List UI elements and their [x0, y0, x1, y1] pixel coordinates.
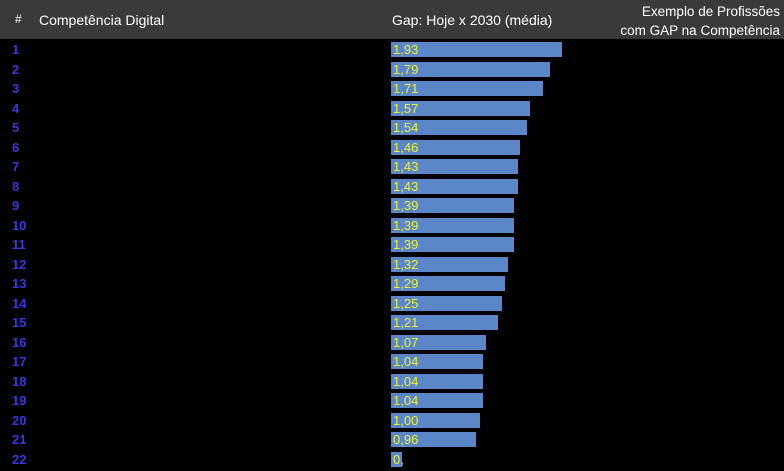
row-number: 22 [12, 451, 27, 467]
table-row: 6 1,46 [0, 138, 784, 158]
row-number: 18 [12, 373, 27, 389]
row-number: 16 [12, 334, 27, 350]
gap-value-label: 1,39 [393, 198, 419, 213]
column-header-exemplo: Exemplo de Profissões com GAP na Competê… [620, 2, 780, 40]
table-row: 4 1,57 [0, 99, 784, 119]
table-row: 22 0, [0, 450, 784, 470]
table-row: 12 1,32 [0, 255, 784, 275]
row-number: 1 [12, 42, 20, 57]
column-header-competencia: Competência Digital [39, 12, 165, 28]
row-number: 17 [12, 354, 27, 369]
gap-value-label: 1,29 [393, 276, 419, 291]
gap-value-label: 1,04 [393, 393, 419, 408]
gap-value-label: 1,04 [393, 354, 419, 369]
table-row: 14 1,25 [0, 294, 784, 314]
gap-value-label: 1,04 [393, 373, 419, 389]
table-row: 7 1,43 [0, 157, 784, 177]
table-row: 10 1,39 [0, 216, 784, 236]
row-number: 12 [12, 256, 27, 272]
gap-value-label: 0, [393, 451, 404, 467]
table-header: # Competência Digital Gap: Hoje x 2030 (… [0, 0, 784, 39]
table-row: 2 1,79 [0, 60, 784, 80]
gap-value-label: 1,43 [393, 178, 419, 194]
row-number: 3 [12, 81, 20, 96]
table-row: 1 1,93 [0, 40, 784, 60]
gap-value-label: 0,96 [393, 432, 419, 447]
table-row: 5 1,54 [0, 118, 784, 138]
gap-value-label: 1,25 [393, 295, 419, 311]
column-header-exemplo-line1: Exemplo de Profissões [641, 4, 780, 19]
table-row: 9 1,39 [0, 196, 784, 216]
row-number: 7 [12, 159, 20, 174]
gap-value-label: 1,46 [393, 139, 419, 155]
row-number: 5 [12, 120, 20, 135]
column-header-exemplo-line2: com GAP na Competência [620, 23, 780, 38]
gap-value-label: 1,39 [393, 237, 419, 252]
gap-value-label: 1,93 [393, 42, 419, 57]
gap-value-label: 1,32 [393, 256, 419, 272]
table-row: 3 1,71 [0, 79, 784, 99]
gap-value-label: 1,79 [393, 61, 419, 77]
gap-value-label: 1,71 [393, 81, 419, 96]
row-number: 19 [12, 393, 27, 408]
row-number: 10 [12, 217, 27, 233]
gap-value-label: 1,43 [393, 159, 419, 174]
row-number: 2 [12, 61, 20, 77]
column-header-gap: Gap: Hoje x 2030 (média) [392, 12, 553, 28]
gap-value-label: 1,39 [393, 217, 419, 233]
row-number: 11 [12, 237, 26, 252]
table-row: 15 1,21 [0, 313, 784, 333]
row-number: 8 [12, 178, 20, 194]
table-row: 8 1,43 [0, 177, 784, 197]
table-row: 13 1,29 [0, 274, 784, 294]
table-row: 20 1,00 [0, 411, 784, 431]
table-row: 11 1,39 [0, 235, 784, 255]
row-number: 15 [12, 315, 27, 330]
gap-value-label: 1,57 [393, 100, 419, 116]
row-number: 21 [12, 432, 27, 447]
row-number: 14 [12, 295, 27, 311]
row-number: 4 [12, 100, 20, 116]
row-number: 6 [12, 139, 20, 155]
table-row: 21 0,96 [0, 430, 784, 450]
table-row: 16 1,07 [0, 333, 784, 353]
row-number: 13 [12, 276, 27, 291]
gap-value-label: 1,54 [393, 120, 419, 135]
row-number: 9 [12, 198, 20, 213]
gap-value-label: 1,00 [393, 412, 419, 428]
table-row: 19 1,04 [0, 391, 784, 411]
table-row: 17 1,04 [0, 352, 784, 372]
table-row: 18 1,04 [0, 372, 784, 392]
row-number: 20 [12, 412, 27, 428]
gap-value-label: 1,21 [393, 315, 419, 330]
gap-value-label: 1,07 [393, 334, 419, 350]
column-header-number: # [15, 12, 22, 26]
